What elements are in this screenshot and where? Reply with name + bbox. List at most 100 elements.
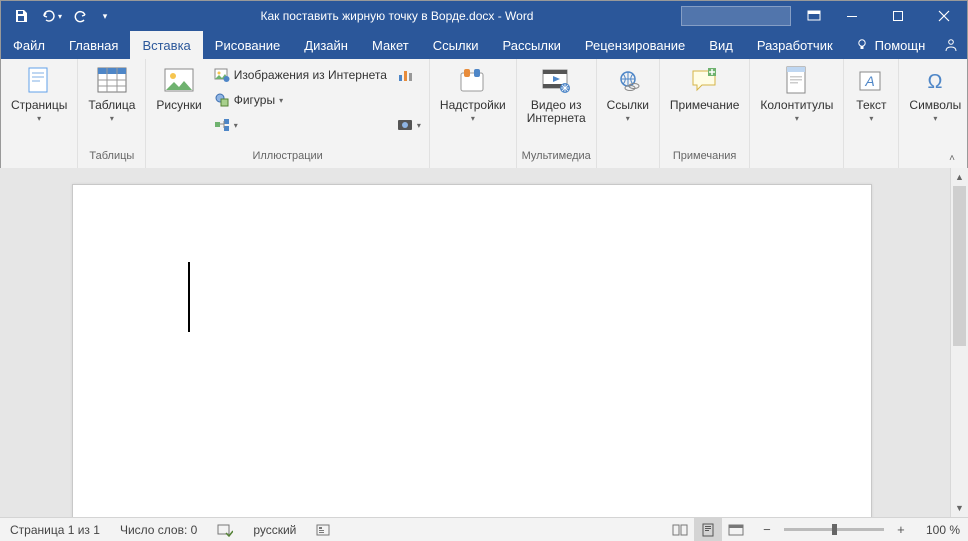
lightbulb-icon (855, 38, 869, 52)
collapse-ribbon-button[interactable]: ˄ (943, 150, 961, 166)
minimize-button[interactable] (829, 1, 875, 31)
tab-layout[interactable]: Макет (360, 31, 421, 59)
page-number-status[interactable]: Страница 1 из 1 (0, 518, 110, 541)
group-comments: Примечание Примечания (660, 59, 750, 168)
tab-design[interactable]: Дизайн (292, 31, 360, 59)
group-label-illustrations: Иллюстрации (150, 150, 425, 168)
shapes-button[interactable]: Фигуры ▾ (210, 88, 391, 112)
zoom-slider-thumb[interactable] (832, 524, 837, 535)
word-count-status[interactable]: Число слов: 0 (110, 518, 207, 541)
group-label-header-footer (754, 150, 839, 168)
redo-button[interactable] (67, 3, 95, 29)
group-addins: Надстройки▾ (430, 59, 517, 168)
chevron-down-icon: ▾ (110, 112, 114, 125)
chevron-down-icon: ▾ (37, 112, 41, 125)
chevron-down-icon: ▾ (471, 112, 475, 125)
spellcheck-status[interactable] (207, 518, 243, 541)
document-page[interactable] (72, 184, 872, 517)
tell-me-search[interactable]: Помощн (845, 31, 936, 59)
picture-icon (164, 68, 194, 94)
screenshot-icon (397, 117, 413, 133)
links-button[interactable]: Ссылки▾ (601, 61, 655, 127)
tab-review[interactable]: Рецензирование (573, 31, 697, 59)
close-button[interactable] (921, 1, 967, 31)
header-footer-button[interactable]: Колонтитулы▾ (754, 61, 839, 127)
addins-icon (458, 67, 488, 95)
tell-me-label: Помощн (875, 38, 926, 53)
macro-status[interactable] (306, 518, 340, 541)
chevron-down-icon: ▾ (626, 112, 630, 125)
status-bar: Страница 1 из 1 Число слов: 0 русский − … (0, 517, 968, 541)
redo-icon (74, 9, 88, 23)
tab-draw[interactable]: Рисование (203, 31, 292, 59)
group-pages: Страницы▾ (1, 59, 78, 168)
pictures-button[interactable]: Рисунки (150, 61, 207, 114)
group-tables: Таблица▾ Таблицы (78, 59, 146, 168)
tab-file[interactable]: Файл (1, 31, 57, 59)
tab-mailings[interactable]: Рассылки (491, 31, 573, 59)
group-illustrations: Рисунки Изображения из Интернета Фигуры … (146, 59, 430, 168)
vertical-scrollbar[interactable]: ▲ ▼ (950, 168, 968, 517)
ribbon: Страницы▾ Таблица▾ Таблицы Рисунки Изобр… (1, 59, 967, 169)
save-button[interactable] (7, 3, 35, 29)
macro-icon (316, 523, 330, 537)
header-footer-icon (785, 66, 809, 96)
qat-customize-button[interactable]: ▾ (97, 3, 113, 29)
zoom-level-button[interactable]: 100 % (918, 523, 968, 537)
scrollbar-thumb[interactable] (953, 186, 966, 346)
zoom-slider-track[interactable] (784, 528, 884, 531)
group-label-addins (434, 150, 512, 168)
group-label-media: Мультимедиа (521, 150, 592, 168)
ribbon-options-icon (807, 10, 821, 22)
text-button[interactable]: A Текст▾ (848, 61, 894, 127)
share-button[interactable] (935, 31, 967, 59)
chart-button[interactable] (393, 63, 425, 87)
tab-insert[interactable]: Вставка (130, 31, 202, 59)
read-mode-icon (672, 523, 688, 537)
comment-label: Примечание (670, 99, 739, 112)
screenshot-button[interactable]: ▾ (393, 113, 425, 137)
shapes-label: Фигуры (234, 93, 275, 107)
close-icon (938, 10, 950, 22)
chevron-down-icon: ▾ (103, 11, 108, 22)
minimize-icon (846, 10, 858, 22)
user-account-area[interactable] (681, 6, 791, 26)
group-label-links (601, 150, 655, 168)
zoom-out-button[interactable]: − (758, 521, 776, 539)
scroll-up-button[interactable]: ▲ (951, 168, 968, 186)
undo-button[interactable]: ▾ (37, 3, 65, 29)
pages-button[interactable]: Страницы▾ (5, 61, 73, 127)
tab-references[interactable]: Ссылки (421, 31, 491, 59)
print-layout-icon (701, 523, 715, 537)
tab-developer[interactable]: Разработчик (745, 31, 845, 59)
symbols-label: Символы (909, 99, 961, 112)
zoom-in-button[interactable]: + (892, 521, 910, 539)
addins-button[interactable]: Надстройки▾ (434, 61, 512, 127)
maximize-button[interactable] (875, 1, 921, 31)
window-controls (829, 1, 967, 31)
scroll-down-button[interactable]: ▼ (951, 499, 968, 517)
group-header-footer: Колонтитулы▾ (750, 59, 844, 168)
online-pictures-button[interactable]: Изображения из Интернета (210, 63, 391, 87)
ribbon-display-options-button[interactable] (799, 1, 829, 31)
tab-view[interactable]: Вид (697, 31, 745, 59)
comment-button[interactable]: Примечание (664, 61, 745, 114)
print-layout-button[interactable] (694, 518, 722, 541)
smartart-button[interactable]: ▾ (210, 113, 391, 137)
group-label-comments: Примечания (664, 150, 745, 168)
online-pictures-icon (214, 67, 230, 83)
tab-home[interactable]: Главная (57, 31, 130, 59)
table-button[interactable]: Таблица▾ (82, 61, 141, 127)
online-video-button[interactable]: Видео изИнтернета (521, 61, 592, 127)
shapes-icon (214, 92, 230, 108)
undo-icon (40, 9, 56, 23)
language-status[interactable]: русский (243, 518, 306, 541)
group-media: Видео изИнтернета Мультимедиа (517, 59, 597, 168)
maximize-icon (892, 10, 904, 22)
chevron-up-icon: ˄ (949, 153, 955, 164)
group-label-text (848, 150, 894, 168)
symbols-button[interactable]: Ω Символы▾ (903, 61, 967, 127)
web-layout-button[interactable] (722, 518, 750, 541)
chevron-down-icon: ▾ (417, 121, 421, 130)
read-mode-button[interactable] (666, 518, 694, 541)
